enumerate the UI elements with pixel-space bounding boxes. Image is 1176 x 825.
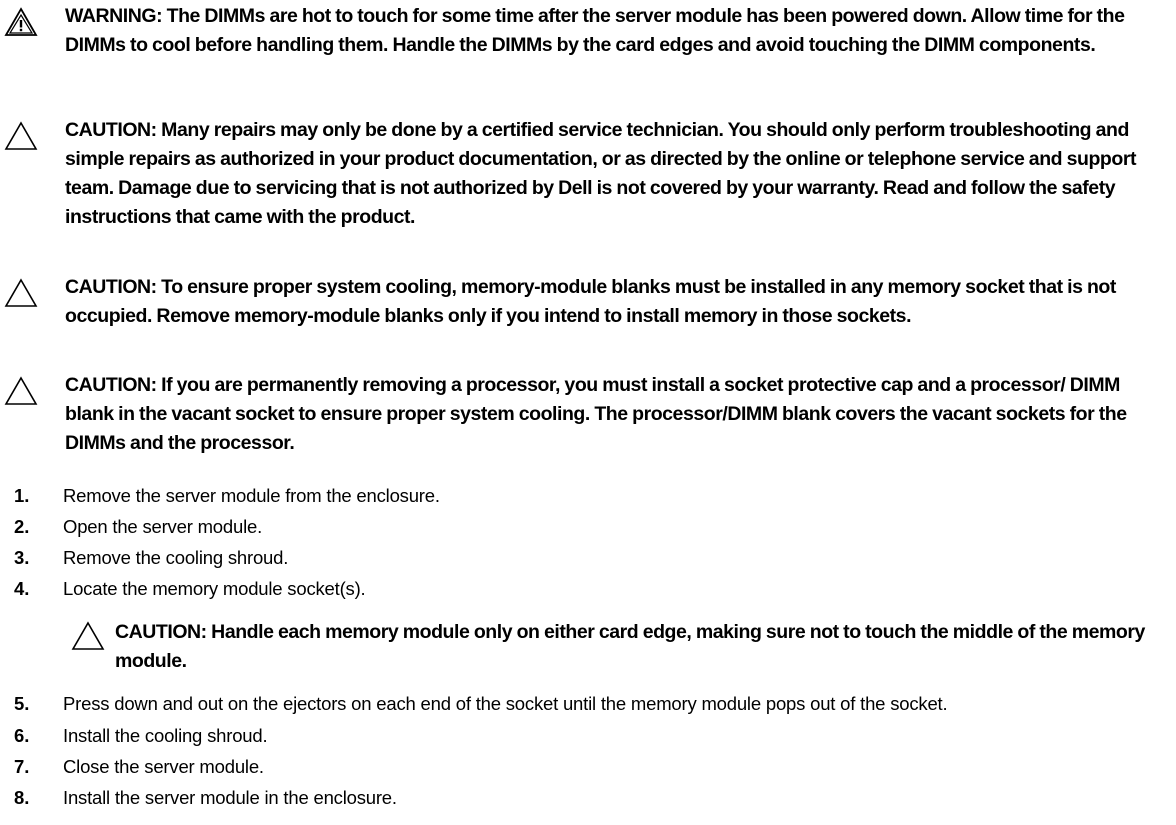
caution-triangle-icon [4, 121, 38, 150]
caution-text: CAUTION: Handle each memory module only … [115, 621, 1145, 672]
step-number: 5. [14, 693, 30, 714]
caution-text: CAUTION: If you are permanently removing… [65, 374, 1127, 454]
step-number: 8. [14, 787, 30, 808]
step-number: 1. [14, 485, 30, 506]
list-item: 4. Locate the memory module socket(s). [0, 574, 1176, 604]
caution-notice: CAUTION: If you are permanently removing… [0, 371, 1176, 461]
step-number: 3. [14, 547, 30, 568]
list-item: 3. Remove the cooling shroud. [0, 543, 1176, 573]
step-text: Locate the memory module socket(s). [63, 578, 366, 599]
list-item: 5. Press down and out on the ejectors on… [0, 689, 1176, 719]
step-text: Press down and out on the ejectors on ea… [63, 693, 948, 714]
list-item: 8. Install the server module in the encl… [0, 783, 1176, 813]
caution-notice: CAUTION: Many repairs may only be done b… [0, 116, 1176, 236]
list-item: 6. Install the cooling shroud. [0, 721, 1176, 751]
warning-text: WARNING: The DIMMs are hot to touch for … [65, 5, 1125, 56]
step-number: 7. [14, 756, 30, 777]
warning-notice: WARNING: The DIMMs are hot to touch for … [0, 0, 1176, 90]
list-item: 7. Close the server module. [0, 752, 1176, 782]
caution-triangle-icon [71, 621, 105, 650]
step-number: 6. [14, 725, 30, 746]
caution-notice: CAUTION: To ensure proper system cooling… [0, 273, 1176, 333]
step-caution-notice: CAUTION: Handle each memory module only … [0, 618, 1176, 678]
caution-text: CAUTION: Many repairs may only be done b… [65, 119, 1137, 228]
caution-triangle-icon [4, 376, 38, 405]
warning-triangle-icon [4, 7, 38, 36]
caution-text: CAUTION: To ensure proper system cooling… [65, 276, 1116, 327]
step-text: Install the server module in the enclosu… [63, 787, 397, 808]
step-text: Remove the cooling shroud. [63, 547, 289, 568]
caution-triangle-icon [4, 278, 38, 307]
step-text: Open the server module. [63, 516, 263, 537]
list-item: 1. Remove the server module from the enc… [0, 481, 1176, 511]
step-text: Install the cooling shroud. [63, 725, 268, 746]
step-text: Close the server module. [63, 756, 264, 777]
list-item: 2. Open the server module. [0, 512, 1176, 542]
step-number: 4. [14, 578, 30, 599]
step-text: Remove the server module from the enclos… [63, 485, 440, 506]
step-number: 2. [14, 516, 30, 537]
